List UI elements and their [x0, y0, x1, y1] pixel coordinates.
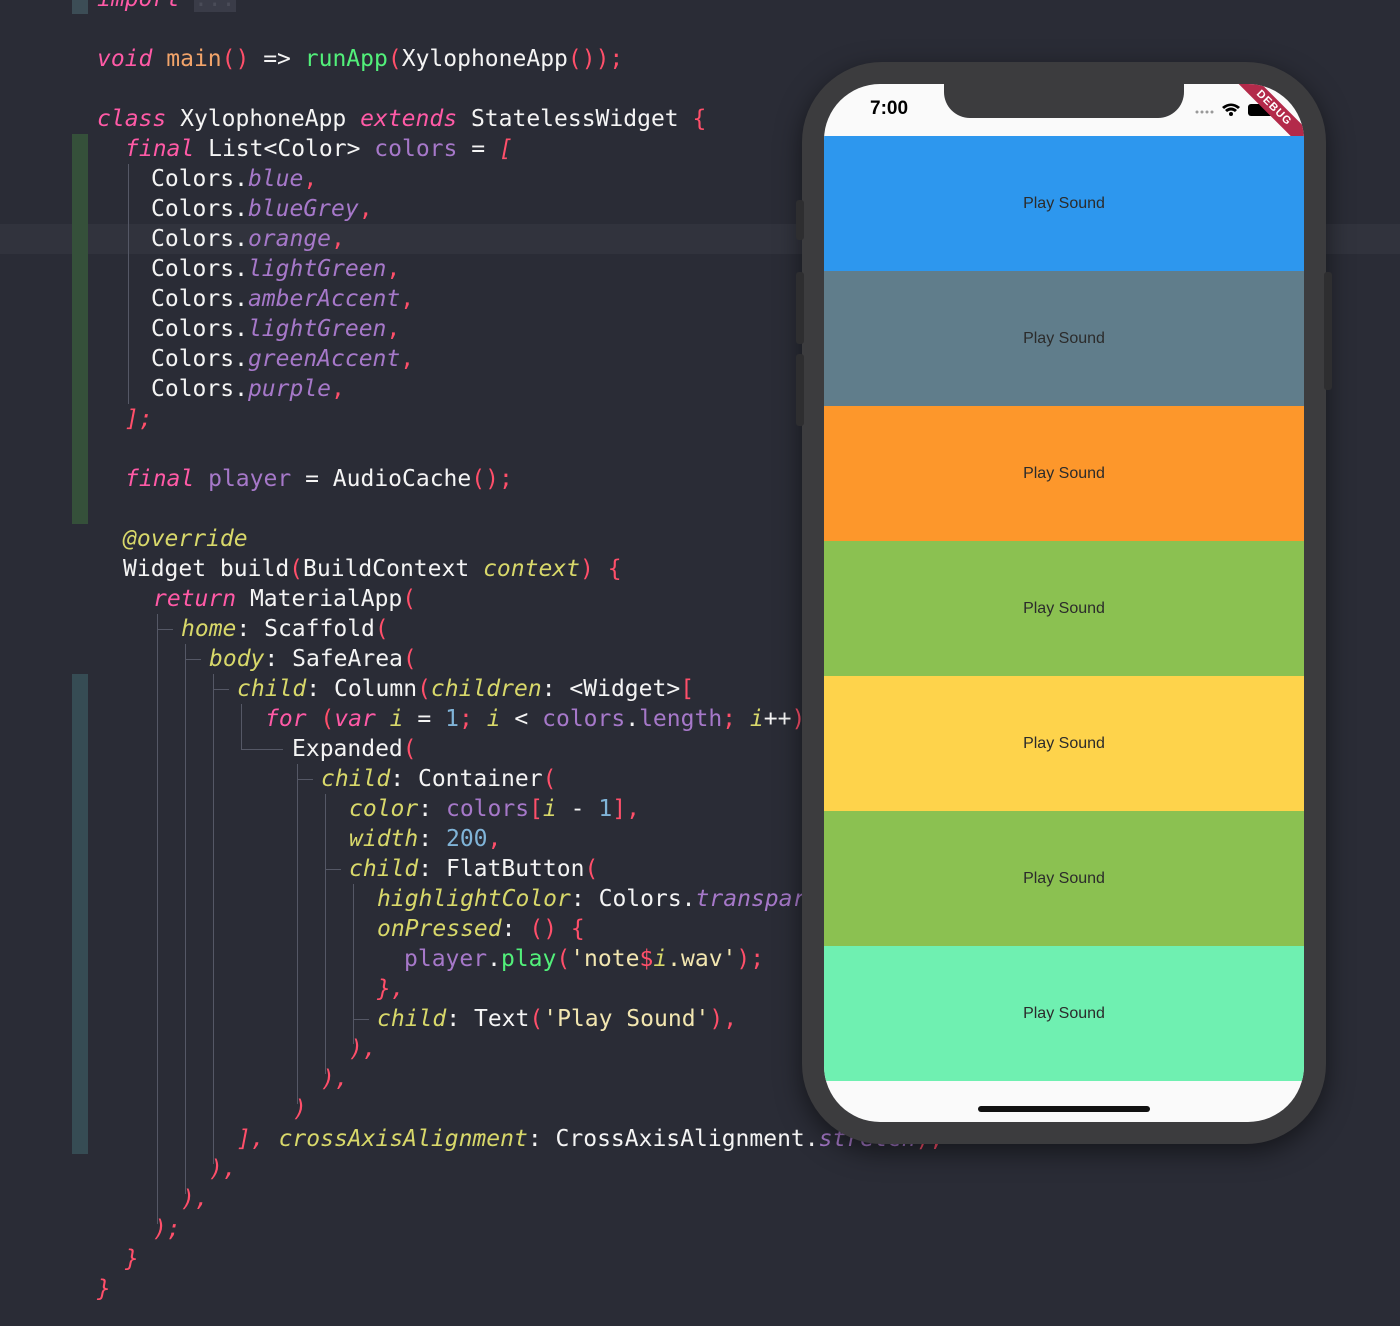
volume-down-button [796, 354, 804, 426]
code-line-child-column: child: Column(children: <Widget>[ [237, 676, 695, 702]
code-line-width-prop: width: 200, [349, 826, 502, 852]
code-line-child-flatbutton: child: FlatButton( [349, 856, 599, 882]
key-label: Play Sound [1023, 734, 1105, 752]
phone-screen: 7:00 DEBUG Play Sound Play Sound Play So… [824, 84, 1304, 1122]
code-line-close: ); [153, 1216, 181, 1242]
code-line-color-item: Colors.lightGreen, [151, 256, 401, 282]
code-line-home: home: Scaffold( [181, 616, 389, 642]
code-line-child-container: child: Container( [321, 766, 557, 792]
indent-guide [353, 884, 354, 1044]
play-sound-key-5[interactable]: Play Sound [824, 676, 1304, 811]
gutter-change-marker [72, 674, 88, 1154]
code-line-close: ), [181, 1186, 209, 1212]
code-line-close: ), [321, 1066, 349, 1092]
indent-guide [297, 779, 313, 780]
code-line-child-text: child: Text('Play Sound'), [377, 1006, 738, 1032]
play-sound-key-4[interactable]: Play Sound [824, 541, 1304, 676]
indent-guide [185, 644, 186, 1194]
code-line-body: body: SafeArea( [209, 646, 417, 672]
code-line-color-prop: color: colors[i - 1], [349, 796, 640, 822]
play-sound-key-6[interactable]: Play Sound [824, 811, 1304, 946]
code-line-override: @override [123, 526, 248, 552]
status-time: 7:00 [870, 98, 909, 119]
play-sound-key-7[interactable]: Play Sound [824, 946, 1304, 1081]
code-line-color-item: Colors.blueGrey, [151, 196, 373, 222]
code-line-close-brace: }, [377, 976, 405, 1002]
code-line-color-item: Colors.amberAccent, [151, 286, 415, 312]
code-line-class: class XylophoneApp extends StatelessWidg… [97, 106, 707, 132]
code-line-highlight: highlightColor: Colors.transparent, [377, 886, 862, 912]
indent-guide [325, 794, 326, 1074]
code-line-onpressed: onPressed: () { [377, 916, 585, 942]
indent-guide [157, 629, 173, 630]
indent-guide [297, 764, 298, 1104]
code-line-close: ), [209, 1156, 237, 1182]
code-line-color-item: Colors.greenAccent, [151, 346, 415, 372]
key-label: Play Sound [1023, 1004, 1105, 1022]
gutter-change-marker [72, 134, 88, 524]
play-sound-key-1[interactable]: Play Sound [824, 136, 1304, 271]
code-line-build: Widget build(BuildContext context) { [123, 556, 622, 582]
code-line-player-play: player.play('note$i.wav'); [404, 946, 765, 972]
key-label: Play Sound [1023, 869, 1105, 887]
play-sound-key-3[interactable]: Play Sound [824, 406, 1304, 541]
code-line-player: final player = AudioCache(); [125, 466, 513, 492]
code-line-color-item: Colors.orange, [151, 226, 345, 252]
indent-guide [325, 869, 341, 870]
code-line-close: ) [293, 1096, 307, 1122]
code-line-import: import ... [97, 0, 236, 14]
code-line-close: } [97, 1276, 111, 1302]
code-line-colors: final List<Color> colors = [ [125, 136, 513, 162]
home-indicator[interactable] [978, 1106, 1150, 1112]
notch [944, 84, 1184, 118]
key-label: Play Sound [1023, 329, 1105, 347]
indent-guide [128, 164, 129, 404]
indent-guide [185, 659, 201, 660]
indent-guide [353, 1019, 369, 1020]
code-line-color-item: Colors.blue, [151, 166, 318, 192]
code-line-color-item: Colors.lightGreen, [151, 316, 401, 342]
code-line-close: } [125, 1246, 139, 1272]
code-line-close: ), [349, 1036, 377, 1062]
code-line-color-item: Colors.purple, [151, 376, 345, 402]
play-sound-key-2[interactable]: Play Sound [824, 271, 1304, 406]
indent-guide [157, 614, 158, 1224]
indent-guide [241, 704, 242, 750]
power-button [1324, 272, 1332, 390]
silent-switch [796, 200, 804, 240]
phone-simulator: 7:00 DEBUG Play Sound Play Sound Play So… [796, 62, 1332, 1144]
indent-guide [213, 674, 214, 1164]
key-label: Play Sound [1023, 464, 1105, 482]
key-label: Play Sound [1023, 599, 1105, 617]
code-line-expanded: Expanded( [292, 736, 417, 762]
code-line-return: return MaterialApp( [153, 586, 417, 612]
code-line-for: for (var i = 1; i < colors.length; i++) [265, 706, 806, 732]
code-line-main: void main() => runApp(XylophoneApp()); [97, 46, 624, 72]
code-line-colors-close: ]; [125, 406, 153, 432]
gutter-change-marker [72, 0, 88, 14]
key-label: Play Sound [1023, 194, 1105, 212]
indent-guide [213, 689, 229, 690]
volume-up-button [796, 272, 804, 344]
indent-guide [241, 749, 283, 750]
